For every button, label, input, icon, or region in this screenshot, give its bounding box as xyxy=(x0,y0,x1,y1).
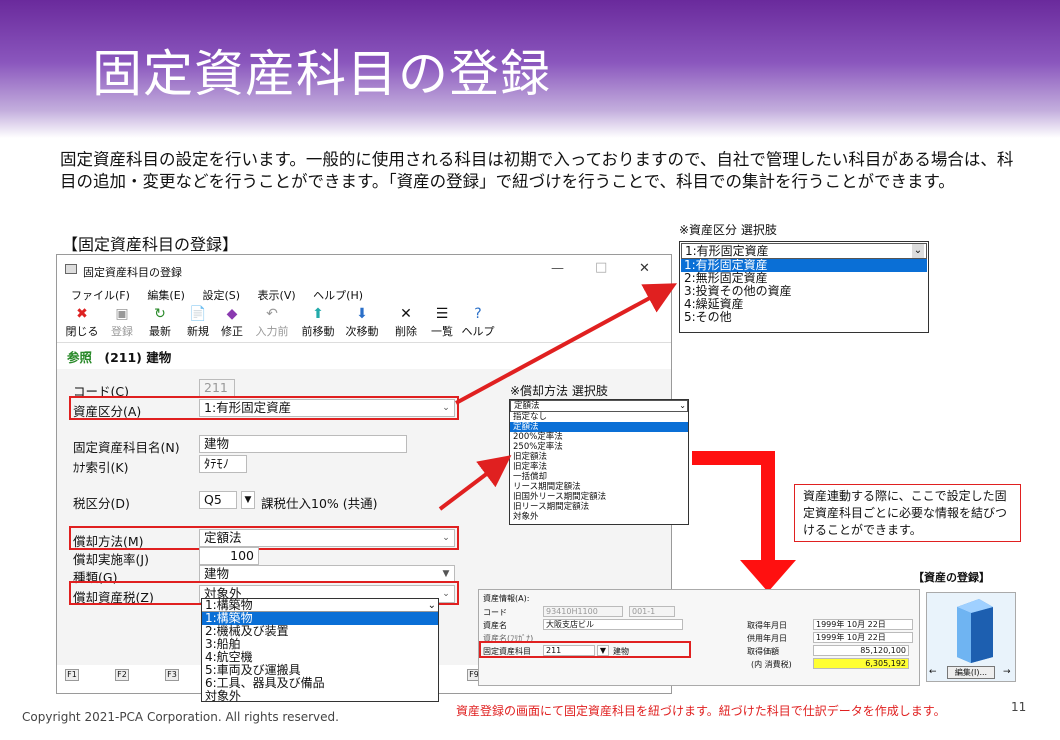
arrow-to-method-options xyxy=(438,455,512,511)
asset-section-label: 【資産の登録】 xyxy=(913,571,990,584)
asset-code-label: コード xyxy=(483,608,507,617)
image-next-button[interactable]: → xyxy=(1003,667,1011,677)
asset-header: 資産情報(A): xyxy=(483,594,530,603)
acq-date-label: 取得年月日 xyxy=(747,621,787,630)
linkage-note: 資産連動する際に、ここで設定した固定資産科目ごとに必要な情報を結びつけることがで… xyxy=(794,484,1021,542)
arrow-to-class-options xyxy=(455,283,678,405)
big-arrow-body xyxy=(692,451,775,560)
tax-amount-label: (内 消費税) xyxy=(751,660,792,669)
footer-note: 資産登録の画面にて固定資産科目を紐づけます。紐づけた科目で仕訳データを作成します… xyxy=(456,704,946,718)
price-label: 取得価額 xyxy=(747,647,779,656)
page-number: 11 xyxy=(1011,700,1027,714)
tax-amount-field[interactable]: 6,305,192 xyxy=(813,658,909,669)
asset-name-field[interactable]: 大阪支店ビル xyxy=(543,619,683,630)
image-prev-button[interactable]: ← xyxy=(929,667,937,677)
asset-register-panel: 資産情報(A): コード 93410H1100 001-1 資産名 大阪支店ビル… xyxy=(478,589,920,686)
asset-code2-field: 001-1 xyxy=(629,606,675,617)
building-icon xyxy=(957,599,993,663)
big-arrow-head xyxy=(740,560,796,592)
asset-image-box: ← 編集(I)... → xyxy=(926,592,1016,682)
use-date-label: 供用年月日 xyxy=(747,634,787,643)
price-field[interactable]: 85,120,100 xyxy=(813,645,909,656)
use-date-field[interactable]: 1999年 10月 22日 xyxy=(813,632,913,643)
asset-name-label: 資産名 xyxy=(483,621,507,630)
asset-code-field: 93410H1100 xyxy=(543,606,623,617)
highlight-asset-account xyxy=(479,641,691,658)
acq-date-field[interactable]: 1999年 10月 22日 xyxy=(813,619,913,630)
edit-image-button[interactable]: 編集(I)... xyxy=(947,666,995,679)
copyright: Copyright 2021-PCA Corporation. All righ… xyxy=(22,710,339,724)
